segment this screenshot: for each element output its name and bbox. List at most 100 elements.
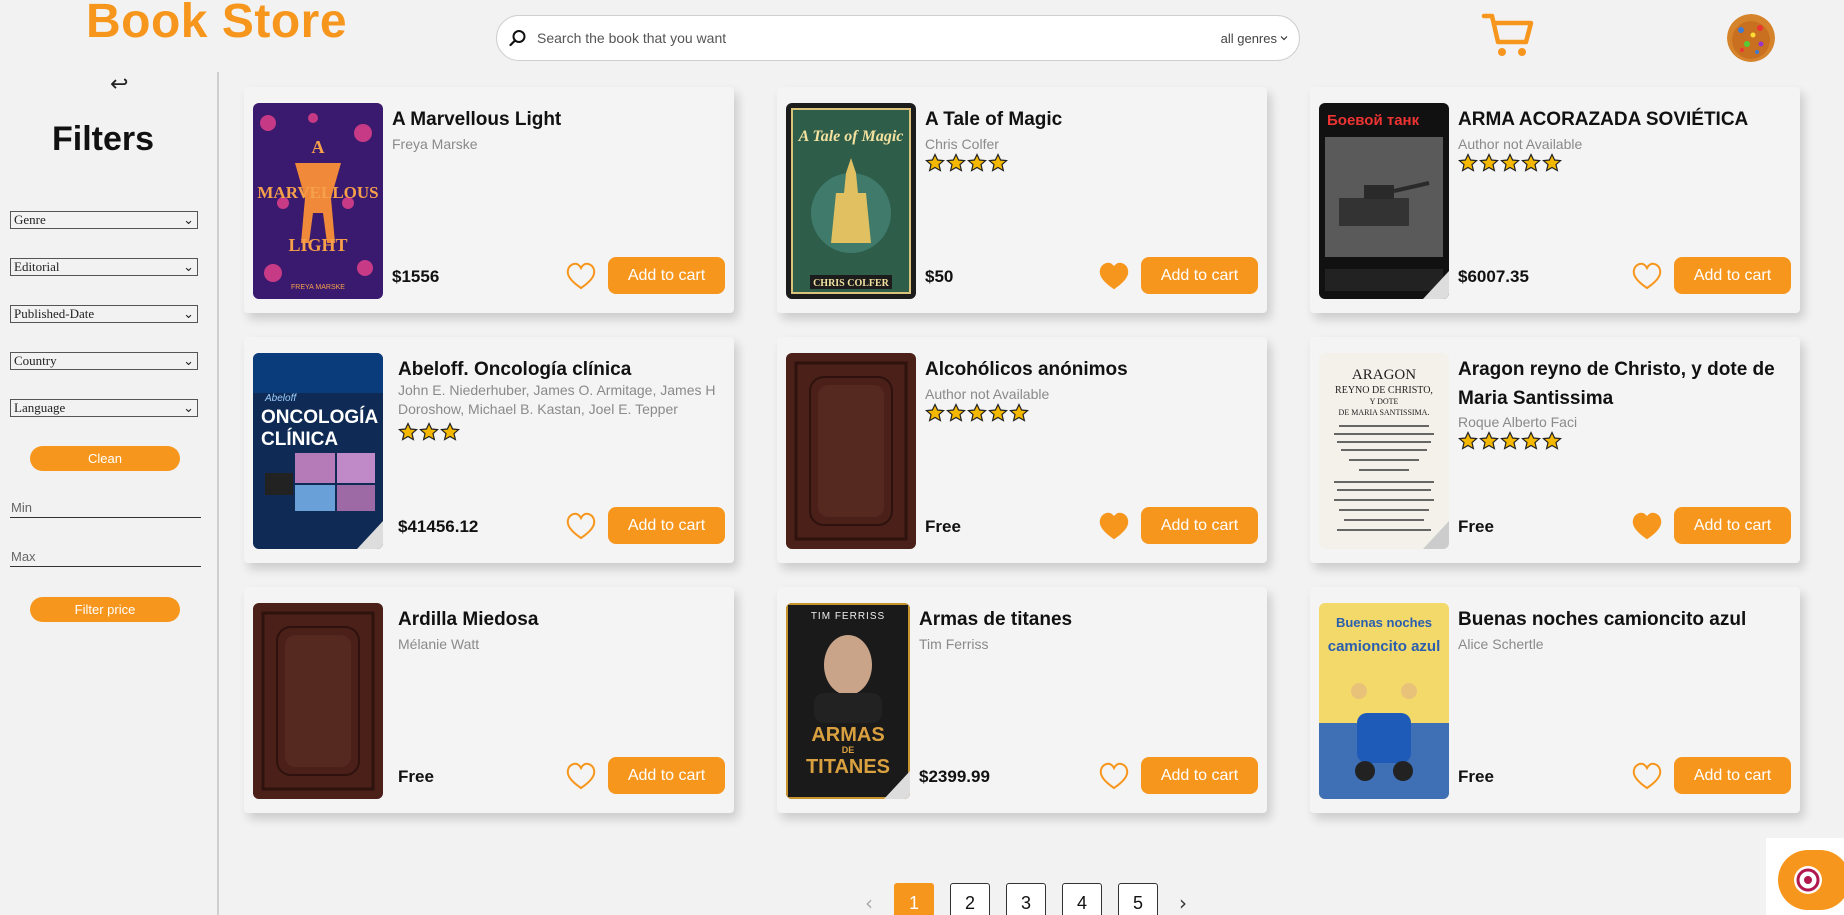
cover-text: TIM FERRISS bbox=[811, 611, 885, 622]
book-title[interactable]: ARMA ACORAZADA SOVIÉTICA bbox=[1458, 105, 1798, 134]
book-title[interactable]: Abeloff. Oncología clínica bbox=[398, 355, 738, 384]
page-button-5[interactable]: 5 bbox=[1118, 883, 1158, 915]
star-icon bbox=[967, 403, 987, 422]
heart-outline-icon[interactable] bbox=[565, 511, 597, 541]
heart-filled-icon[interactable] bbox=[1098, 511, 1130, 541]
add-to-cart-button[interactable]: Add to cart bbox=[1674, 757, 1791, 794]
book-card[interactable]: A Tale of Magic CHRIS COLFER A Tale of M… bbox=[777, 87, 1267, 313]
book-card[interactable]: Alcohólicos anónimos Author not Availabl… bbox=[777, 337, 1267, 563]
heart-outline-icon[interactable] bbox=[1631, 761, 1663, 791]
chat-bubble-icon[interactable] bbox=[1778, 850, 1844, 910]
page-button-1[interactable]: 1 bbox=[894, 883, 934, 915]
add-to-cart-button[interactable]: Add to cart bbox=[1141, 507, 1258, 544]
book-cover[interactable] bbox=[253, 603, 383, 799]
book-cover[interactable]: A Tale of Magic CHRIS COLFER bbox=[786, 103, 916, 299]
book-title[interactable]: Alcohólicos anónimos bbox=[925, 355, 1265, 384]
star-icon bbox=[1521, 153, 1541, 172]
min-price-input[interactable]: Min bbox=[10, 496, 201, 518]
add-to-cart-button[interactable]: Add to cart bbox=[1141, 257, 1258, 294]
book-title[interactable]: Aragon reyno de Christo, y dote de Maria… bbox=[1458, 355, 1798, 413]
chevron-down-icon: ⌄ bbox=[183, 212, 194, 227]
book-card[interactable]: A MARVELLOUS LIGHT FREYA MARSKE A Marvel… bbox=[244, 87, 734, 313]
genre-select-value: all genres bbox=[1220, 30, 1277, 46]
book-title[interactable]: Ardilla Miedosa bbox=[398, 605, 738, 634]
heart-outline-icon[interactable] bbox=[1631, 261, 1663, 291]
published-date-filter-value: Published-Date bbox=[14, 306, 95, 321]
heart-outline-icon[interactable] bbox=[1098, 761, 1130, 791]
heart-filled-icon[interactable] bbox=[1098, 261, 1130, 291]
book-card[interactable]: Боевой танк ARMA ACORAZADA SOVIÉTICA Aut… bbox=[1310, 87, 1800, 313]
book-cover[interactable]: TIM FERRISS ARMAS DE TITANES bbox=[786, 603, 910, 799]
book-title[interactable]: Buenas noches camioncito azul bbox=[1458, 605, 1798, 634]
chevron-down-icon: ⌄ bbox=[183, 353, 194, 368]
book-cover[interactable]: A MARVELLOUS LIGHT FREYA MARSKE bbox=[253, 103, 383, 299]
heart-outline-icon[interactable] bbox=[565, 261, 597, 291]
book-cover[interactable]: ARAGON REYNO DE CHRISTO, Y DOTE DE MARIA… bbox=[1319, 353, 1449, 549]
language-filter-select[interactable]: Language ⌄ bbox=[10, 399, 198, 417]
book-cover[interactable] bbox=[786, 353, 916, 549]
clean-button[interactable]: Clean bbox=[30, 446, 180, 471]
cover-text: DE bbox=[842, 745, 855, 755]
book-title[interactable]: A Tale of Magic bbox=[925, 105, 1265, 134]
add-to-cart-button[interactable]: Add to cart bbox=[1674, 257, 1791, 294]
heart-filled-icon[interactable] bbox=[1631, 511, 1663, 541]
book-author: Author not Available bbox=[1458, 136, 1583, 152]
country-filter-value: Country bbox=[14, 353, 57, 368]
brand-title: Book Store bbox=[86, 0, 348, 48]
book-price: $41456.12 bbox=[398, 517, 479, 536]
book-title[interactable]: A Marvellous Light bbox=[392, 105, 732, 134]
book-card[interactable]: ARAGON REYNO DE CHRISTO, Y DOTE DE MARIA… bbox=[1310, 337, 1800, 563]
star-icon bbox=[1009, 403, 1029, 422]
book-price: Free bbox=[1458, 517, 1494, 536]
book-card[interactable]: Abeloff ONCOLOGÍA CLÍNICA Abeloff. Oncol… bbox=[244, 337, 734, 563]
add-to-cart-button[interactable]: Add to cart bbox=[608, 257, 725, 294]
prev-page-button[interactable]: ‹ bbox=[860, 891, 878, 915]
chevron-down-icon: ⌄ bbox=[183, 400, 194, 415]
published-date-filter-select[interactable]: Published-Date ⌄ bbox=[10, 305, 198, 323]
star-icon bbox=[946, 403, 966, 422]
book-cover[interactable]: Боевой танк bbox=[1319, 103, 1449, 299]
filters-title: Filters bbox=[52, 120, 155, 158]
book-cover[interactable]: Abeloff ONCOLOGÍA CLÍNICA bbox=[253, 353, 383, 549]
chevron-down-icon: ⌄ bbox=[183, 259, 194, 274]
book-title[interactable]: Armas de titanes bbox=[919, 605, 1259, 634]
max-price-input[interactable]: Max bbox=[10, 545, 201, 567]
book-cover[interactable]: Buenas noches camioncito azul bbox=[1319, 603, 1449, 799]
page-button-2[interactable]: 2 bbox=[950, 883, 990, 915]
star-icon bbox=[1542, 431, 1562, 450]
heart-outline-icon[interactable] bbox=[565, 761, 597, 791]
page-button-4[interactable]: 4 bbox=[1062, 883, 1102, 915]
search-input[interactable] bbox=[537, 30, 1221, 46]
book-card[interactable]: TIM FERRISS ARMAS DE TITANES Armas de ti… bbox=[777, 587, 1267, 813]
genre-filter-select[interactable]: Genre ⌄ bbox=[10, 211, 198, 229]
editorial-filter-select[interactable]: Editorial ⌄ bbox=[10, 258, 198, 276]
book-card[interactable]: Buenas noches camioncito azul Buenas noc… bbox=[1310, 587, 1800, 813]
book-price: $6007.35 bbox=[1458, 267, 1529, 286]
star-icon bbox=[946, 153, 966, 172]
cover-text: TITANES bbox=[806, 756, 890, 778]
search-bar: all genres bbox=[496, 15, 1300, 61]
genre-select[interactable]: all genres bbox=[1221, 31, 1289, 46]
avatar[interactable] bbox=[1727, 14, 1775, 62]
add-to-cart-button[interactable]: Add to cart bbox=[608, 757, 725, 794]
star-icon bbox=[1500, 431, 1520, 450]
rating-stars bbox=[925, 153, 1008, 173]
book-price: $50 bbox=[925, 267, 954, 286]
next-page-button[interactable]: › bbox=[1174, 891, 1192, 915]
cover-text: CLÍNICA bbox=[261, 428, 338, 450]
help-chat-widget[interactable] bbox=[1766, 838, 1844, 915]
page-button-3[interactable]: 3 bbox=[1006, 883, 1046, 915]
search-icon[interactable] bbox=[507, 27, 529, 49]
cover-text: Боевой танк bbox=[1327, 112, 1420, 129]
book-price: Free bbox=[925, 517, 961, 536]
add-to-cart-button[interactable]: Add to cart bbox=[1141, 757, 1258, 794]
country-filter-select[interactable]: Country ⌄ bbox=[10, 352, 198, 370]
cart-icon[interactable] bbox=[1480, 10, 1536, 60]
add-to-cart-button[interactable]: Add to cart bbox=[608, 507, 725, 544]
star-icon bbox=[1542, 153, 1562, 172]
book-card[interactable]: Ardilla Miedosa Mélanie Watt Free Add to… bbox=[244, 587, 734, 813]
add-to-cart-button[interactable]: Add to cart bbox=[1674, 507, 1791, 544]
filter-price-button[interactable]: Filter price bbox=[30, 597, 180, 622]
back-arrow-icon[interactable]: ↩ bbox=[110, 72, 128, 97]
pagination: ‹ 1 2 3 4 5 › bbox=[860, 883, 1192, 915]
